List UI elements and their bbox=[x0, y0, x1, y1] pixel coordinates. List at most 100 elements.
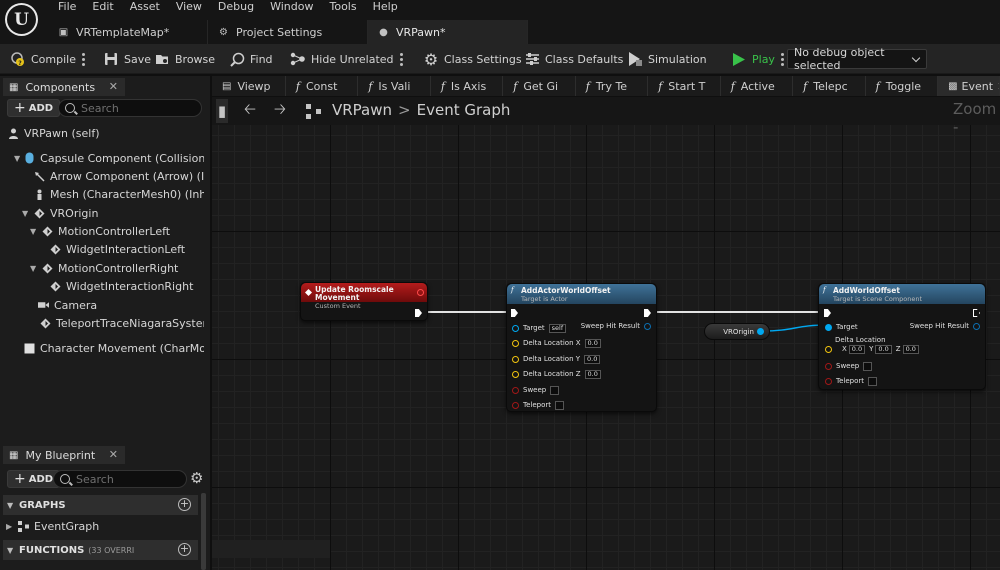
exec-output-pin[interactable] bbox=[973, 309, 980, 317]
my-blueprint-search[interactable] bbox=[53, 470, 187, 488]
float-pin-icon[interactable] bbox=[512, 355, 519, 363]
tree-item-character-movement[interactable]: Character Movement (CharMoveComp) bbox=[24, 339, 204, 357]
doc-tab-project-settings[interactable]: ⚙ Project Settings bbox=[208, 20, 368, 44]
vrorigin-variable-node[interactable]: VROrigin bbox=[704, 323, 770, 340]
simulation-button[interactable]: Simulation bbox=[627, 44, 707, 74]
compile-options-icon[interactable] bbox=[82, 52, 85, 66]
sweep-hit-result-pin-row[interactable]: Sweep Hit Result bbox=[581, 320, 651, 332]
struct-pin-icon[interactable] bbox=[644, 322, 651, 330]
add-graph-icon[interactable]: + bbox=[178, 498, 191, 511]
play-options-icon[interactable] bbox=[780, 52, 784, 66]
vector-pin-icon[interactable] bbox=[825, 345, 832, 353]
float-pin-icon[interactable] bbox=[512, 370, 519, 378]
tree-item-arrow[interactable]: Arrow Component (Arrow) (Inherited) bbox=[34, 167, 204, 185]
tree-item-widget-interaction-left[interactable]: WidgetInteractionLeft bbox=[50, 240, 204, 258]
menu-window[interactable]: Window bbox=[262, 0, 321, 14]
graph-tab-is-axis[interactable]: f Is Axis bbox=[431, 76, 504, 96]
add-function-icon[interactable]: + bbox=[178, 543, 191, 556]
components-add-button[interactable]: + ADD bbox=[7, 99, 61, 117]
object-pin-icon[interactable] bbox=[825, 323, 832, 331]
sweep-pin-row[interactable]: Sweep bbox=[825, 360, 873, 372]
add-actor-world-offset-node[interactable]: f AddActorWorldOffset Target is Actor Ta… bbox=[506, 283, 657, 412]
breadcrumb-root[interactable]: VRPawn bbox=[332, 101, 392, 119]
bookmark-icon[interactable]: ▮ bbox=[216, 99, 228, 123]
chevron-down-icon[interactable]: ▼ bbox=[30, 227, 38, 236]
object-pin-icon[interactable] bbox=[757, 328, 764, 335]
doc-tab-map[interactable]: ▣ VRTemplateMap* bbox=[48, 20, 208, 44]
components-tab[interactable]: ▦ Components ✕ bbox=[3, 78, 125, 96]
target-pin-row[interactable]: Target self bbox=[512, 322, 567, 334]
delta-z-pin-row[interactable]: Delta Location Z 0.0 bbox=[512, 368, 601, 380]
close-icon[interactable]: ✕ bbox=[109, 448, 118, 461]
components-search[interactable] bbox=[58, 99, 202, 117]
hide-unrelated-button[interactable]: Hide Unrelated bbox=[290, 44, 403, 74]
object-pin-icon[interactable] bbox=[512, 324, 519, 332]
bool-pin-icon[interactable] bbox=[512, 386, 519, 394]
menu-asset[interactable]: Asset bbox=[122, 0, 168, 14]
delta-y-value[interactable]: 0.0 bbox=[584, 354, 601, 364]
bool-pin-icon[interactable] bbox=[825, 362, 832, 370]
tree-item-camera[interactable]: Camera bbox=[38, 296, 204, 314]
graph-tab-start-teleport[interactable]: f Start T bbox=[648, 76, 721, 96]
exec-input-pin[interactable] bbox=[824, 309, 831, 317]
exec-output-pin[interactable] bbox=[644, 309, 651, 317]
add-world-offset-node[interactable]: f AddWorldOffset Target is Scene Compone… bbox=[818, 283, 986, 390]
graph-tab-teleport[interactable]: f Telepc bbox=[793, 76, 866, 96]
graphs-section-header[interactable]: ▼ GRAPHS + bbox=[3, 495, 198, 515]
tree-item-vrpawn[interactable]: VRPawn (self) bbox=[8, 124, 208, 142]
close-icon[interactable]: ✕ bbox=[109, 80, 118, 93]
class-settings-button[interactable]: ⚙ Class Settings bbox=[423, 44, 522, 74]
chevron-right-icon[interactable]: ▶ bbox=[6, 522, 14, 531]
tree-item-motion-controller-left[interactable]: ▼ MotionControllerLeft bbox=[30, 222, 204, 240]
delta-y-value[interactable]: 0.0 bbox=[875, 344, 892, 354]
target-pin-row[interactable]: Target bbox=[825, 321, 858, 333]
tree-item-motion-controller-right[interactable]: ▼ MotionControllerRight bbox=[30, 259, 204, 277]
components-search-input[interactable] bbox=[81, 101, 201, 115]
graph-tab-viewport[interactable]: ▤ Viewp bbox=[212, 76, 286, 96]
graph-tab-toggle[interactable]: f Toggle bbox=[866, 76, 939, 96]
browse-button[interactable]: Browse bbox=[154, 44, 215, 74]
delta-x-pin-row[interactable]: Delta Location X 0.0 bbox=[512, 337, 601, 349]
teleport-checkbox[interactable] bbox=[868, 376, 877, 386]
exec-input-pin[interactable] bbox=[511, 309, 518, 317]
forward-arrow-icon[interactable]: 🡢 bbox=[272, 100, 288, 119]
gear-icon[interactable]: ⚙ bbox=[190, 469, 203, 487]
sweep-checkbox[interactable] bbox=[863, 361, 873, 371]
teleport-checkbox[interactable] bbox=[555, 400, 564, 410]
delta-z-value[interactable]: 0.0 bbox=[584, 369, 601, 379]
sweep-pin-row[interactable]: Sweep bbox=[512, 384, 560, 396]
delta-x-value[interactable]: 0.0 bbox=[584, 338, 601, 348]
chevron-down-icon[interactable]: ▼ bbox=[22, 209, 30, 218]
my-blueprint-search-input[interactable] bbox=[76, 472, 186, 486]
debug-object-dropdown[interactable]: No debug object selected bbox=[787, 46, 927, 72]
graph-tab-construct[interactable]: f Const bbox=[286, 76, 359, 96]
menu-tools[interactable]: Tools bbox=[321, 0, 364, 14]
chevron-down-icon[interactable]: ▼ bbox=[30, 264, 38, 273]
struct-pin-icon[interactable] bbox=[973, 322, 980, 330]
graph-tab-active[interactable]: f Active bbox=[721, 76, 794, 96]
play-button[interactable]: Play bbox=[731, 44, 784, 74]
delta-z-value[interactable]: 0.0 bbox=[902, 344, 919, 354]
tree-item-mesh[interactable]: Mesh (CharacterMesh0) (Inherited) bbox=[34, 185, 204, 203]
menu-file[interactable]: File bbox=[50, 0, 84, 14]
delta-x-value[interactable]: 0.0 bbox=[848, 344, 866, 354]
unreal-logo-icon[interactable]: U bbox=[5, 3, 38, 36]
menu-edit[interactable]: Edit bbox=[84, 0, 121, 14]
teleport-pin-row[interactable]: Teleport bbox=[825, 375, 877, 387]
functions-section-header[interactable]: ▼ FUNCTIONS (33 OVERRI + bbox=[3, 540, 198, 560]
sweep-hit-result-pin-row[interactable]: Sweep Hit Result bbox=[910, 320, 980, 332]
graph-item-event-graph[interactable]: ▶ EventGraph bbox=[6, 517, 196, 535]
tree-item-capsule[interactable]: ▼ Capsule Component (CollisionCylinder) bbox=[14, 149, 204, 167]
chevron-down-icon[interactable]: ▼ bbox=[14, 154, 20, 163]
hide-unrelated-options-icon[interactable] bbox=[399, 52, 403, 66]
delta-location-pin-row[interactable]: X 0.0 Y 0.0 Z 0.0 bbox=[825, 343, 919, 355]
menu-debug[interactable]: Debug bbox=[210, 0, 262, 14]
graph-tab-is-valid[interactable]: f Is Vali bbox=[358, 76, 431, 96]
graph-tab-try-teleport[interactable]: f Try Te bbox=[576, 76, 649, 96]
teleport-pin-row[interactable]: Teleport bbox=[512, 399, 564, 411]
find-button[interactable]: Find bbox=[229, 44, 273, 74]
back-arrow-icon[interactable]: 🡠 bbox=[242, 100, 258, 119]
bool-pin-icon[interactable] bbox=[512, 401, 519, 409]
doc-tab-vrpawn[interactable]: ● VRPawn* bbox=[368, 20, 528, 44]
save-button[interactable]: Save bbox=[103, 44, 151, 74]
